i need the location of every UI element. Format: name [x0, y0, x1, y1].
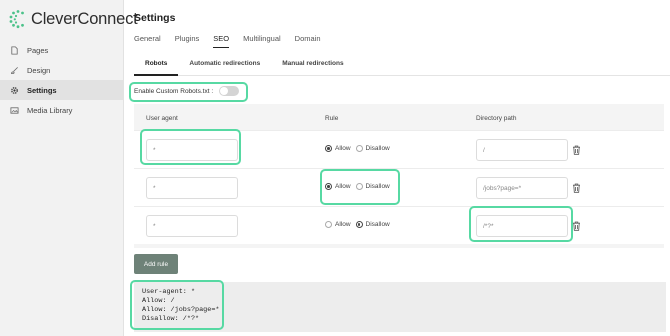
trash-icon[interactable]	[572, 183, 581, 193]
sidebar-item-label: Settings	[27, 85, 57, 95]
column-header-path: Directory path	[476, 115, 517, 122]
disallow-label: Disallow	[365, 221, 390, 228]
user-agent-input[interactable]: *	[146, 215, 238, 237]
allow-label: Allow	[335, 221, 351, 228]
preview-line: Allow: /	[142, 297, 175, 305]
disallow-label: Disallow	[365, 183, 390, 190]
column-header-rule: Rule	[325, 115, 339, 122]
enable-robots-row: Enable Custom Robots.txt :	[134, 86, 240, 96]
enable-robots-label: Enable Custom Robots.txt :	[134, 87, 214, 95]
main-content: Settings General Plugins SEO Multilingua…	[124, 0, 670, 336]
sidebar-item-label: Pages	[27, 45, 49, 55]
sidebar: CleverConnect Pages Design Settings Medi…	[0, 0, 138, 336]
allow-label: Allow	[335, 183, 351, 190]
allow-radio[interactable]	[325, 183, 332, 190]
logo-text: CleverConnect	[31, 9, 138, 28]
trash-icon[interactable]	[572, 145, 581, 155]
logo[interactable]: CleverConnect	[8, 8, 138, 30]
sidebar-item-media-library[interactable]: Media Library	[0, 100, 124, 120]
allow-label: Allow	[335, 145, 351, 152]
gear-icon	[10, 86, 19, 95]
user-agent-input[interactable]: *	[146, 139, 238, 161]
trash-icon[interactable]	[572, 221, 581, 231]
tab-plugins[interactable]: Plugins	[175, 34, 200, 48]
page-icon	[10, 45, 19, 55]
disallow-radio[interactable]	[355, 183, 363, 190]
disallow-radio[interactable]	[355, 221, 363, 228]
sidebar-item-label: Design	[27, 65, 51, 75]
disallow-label: Disallow	[365, 145, 390, 152]
sidebar-item-design[interactable]: Design	[0, 60, 124, 80]
tab-domain[interactable]: Domain	[295, 34, 321, 48]
sidebar-item-label: Media Library	[27, 105, 73, 115]
preview-line: User-agent: *	[142, 288, 196, 296]
directory-path-input[interactable]: /*?*	[476, 215, 568, 237]
subtab-robots[interactable]: Robots	[134, 54, 179, 76]
table-row: * Allow Disallow /jobs?page=*	[134, 168, 664, 206]
enable-robots-toggle[interactable]	[219, 86, 240, 96]
settings-tabs: General Plugins SEO Multilingual Domain	[134, 34, 335, 48]
add-rule-button[interactable]: Add rule	[134, 254, 178, 274]
image-icon	[10, 106, 19, 115]
preview-line: Allow: /jobs?page=*	[142, 306, 220, 314]
robots-preview: User-agent: * Allow: / Allow: /jobs?page…	[134, 282, 666, 332]
allow-radio[interactable]	[325, 145, 332, 152]
directory-path-input[interactable]: /jobs?page=*	[476, 177, 568, 199]
sidebar-nav: Pages Design Settings Media Library	[0, 40, 124, 120]
logo-mark-icon	[9, 10, 24, 29]
robots-rules-table: User agent Rule Directory path * Allow D…	[134, 104, 664, 248]
user-agent-input[interactable]: *	[146, 177, 238, 199]
table-row: * Allow Disallow /	[134, 130, 664, 168]
seo-subtabs: Robots Automatic redirections Manual red…	[134, 54, 670, 76]
directory-path-input[interactable]: /	[476, 139, 568, 161]
rule-radio-group: Allow Disallow	[325, 145, 395, 152]
allow-radio[interactable]	[325, 221, 332, 228]
subtab-automatic-redirections[interactable]: Automatic redirections	[178, 54, 271, 76]
table-header: User agent Rule Directory path	[134, 104, 664, 130]
preview-line: Disallow: /*?*	[142, 315, 200, 323]
subtab-manual-redirections[interactable]: Manual redirections	[271, 54, 354, 76]
rule-radio-group: Allow Disallow	[325, 221, 395, 228]
tab-general[interactable]: General	[134, 34, 161, 48]
column-header-user-agent: User agent	[146, 115, 178, 122]
sidebar-item-settings[interactable]: Settings	[0, 80, 124, 100]
disallow-radio[interactable]	[355, 145, 363, 152]
tab-seo[interactable]: SEO	[213, 34, 230, 48]
tab-multilingual[interactable]: Multilingual	[243, 34, 281, 48]
sidebar-item-pages[interactable]: Pages	[0, 40, 124, 60]
table-row: * Allow Disallow /*?*	[134, 206, 664, 244]
brush-icon	[10, 66, 19, 75]
rule-radio-group: Allow Disallow	[325, 183, 395, 190]
page-title: Settings	[134, 12, 176, 24]
